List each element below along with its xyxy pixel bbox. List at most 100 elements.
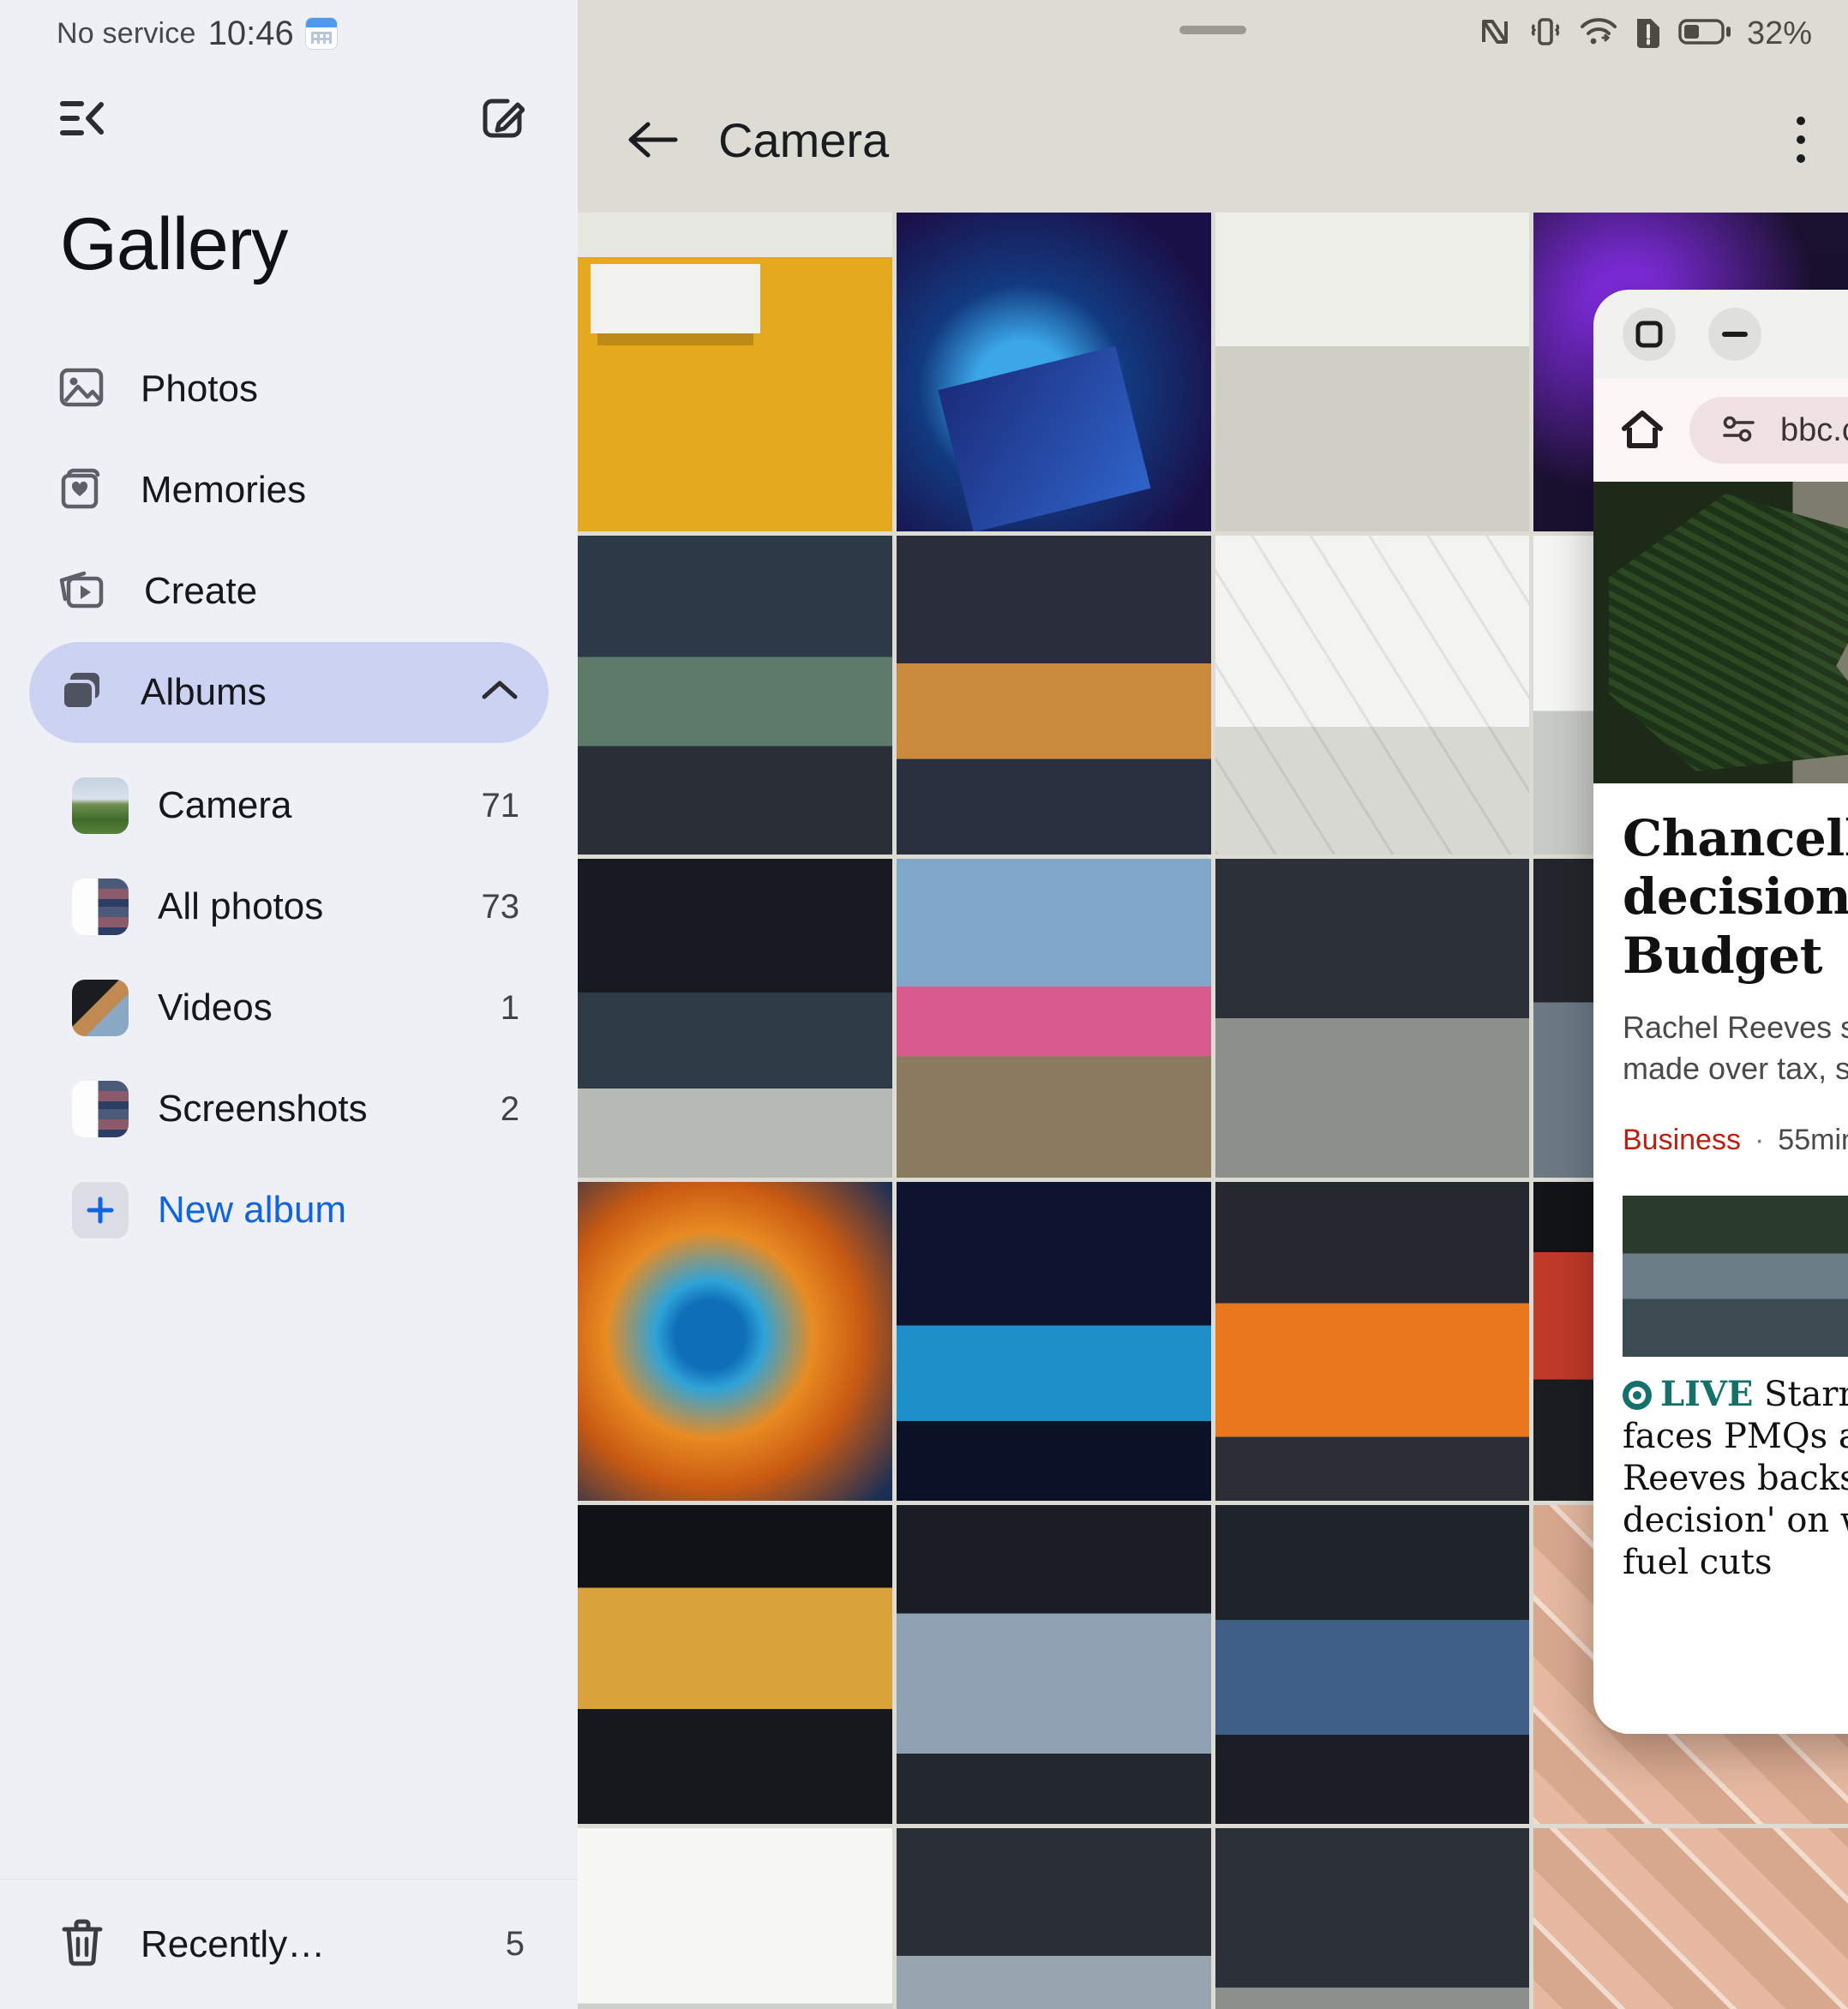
article-headline[interactable]: Chancellor warns hard decisions ahead in… — [1623, 809, 1848, 985]
photo-thumbnail[interactable] — [1533, 1828, 1848, 2009]
sidebar-item-label: Photos — [141, 368, 258, 410]
memories-heart-icon — [58, 465, 105, 516]
sidebar-item-label: Memories — [141, 469, 307, 511]
photo-thumbnail[interactable] — [896, 1182, 1211, 1501]
album-item-all-photos[interactable]: All photos 73 — [29, 856, 549, 957]
sidebar-item-memories[interactable]: Memories — [29, 440, 549, 541]
live-stories-row: LIVE Starmer faces PMQs as Reeves backs … — [1623, 1196, 1848, 1583]
palm-frond-decoration — [1608, 494, 1848, 771]
menu-collapse-icon[interactable] — [60, 99, 108, 138]
photo-thumbnail[interactable] — [1215, 536, 1530, 855]
photo-thumbnail[interactable] — [578, 859, 892, 1178]
photo-thumbnail[interactable] — [1215, 1828, 1530, 2009]
url-text: bbc.co.uk/news — [1780, 411, 1848, 448]
album-title: Camera — [718, 112, 890, 167]
album-label: Videos — [158, 987, 273, 1028]
photo-thumbnail[interactable] — [896, 1505, 1211, 1824]
live-story-card[interactable]: LIVE Starmer faces PMQs as Reeves backs … — [1623, 1196, 1848, 1583]
album-thumbnail — [72, 879, 129, 935]
album-label: Camera — [158, 784, 292, 826]
album-label: Screenshots — [158, 1088, 368, 1130]
carrier-label: No service — [57, 16, 196, 50]
maximize-square-icon[interactable] — [1623, 308, 1676, 361]
photo-thumbnail[interactable] — [896, 213, 1211, 531]
album-item-camera[interactable]: Camera 71 — [29, 755, 549, 856]
edit-icon[interactable] — [480, 96, 525, 141]
home-icon[interactable] — [1619, 407, 1665, 453]
trash-icon — [60, 1918, 105, 1970]
photo-thumbnail[interactable] — [1215, 1182, 1530, 1501]
camera-album-pane: 32% Camera bbc. Chancel decision Budget … — [578, 0, 1848, 2009]
battery-percent-label: 32% — [1746, 15, 1812, 51]
sidebar-item-photos[interactable]: Photos — [29, 339, 549, 440]
live-badge: LIVE — [1660, 1374, 1754, 1415]
more-vertical-icon[interactable] — [1793, 113, 1809, 166]
live-dot-icon — [1623, 1381, 1652, 1411]
chevron-up-icon[interactable] — [480, 678, 519, 708]
photo-thumbnail[interactable] — [896, 859, 1211, 1178]
photo-thumbnail[interactable] — [578, 1182, 892, 1501]
image-icon — [58, 364, 105, 415]
wifi-icon — [1579, 15, 1618, 53]
browser-url-bar: bbc.co.uk/news 1 — [1593, 379, 1848, 482]
article-hero-image[interactable] — [1593, 482, 1848, 783]
calendar-icon — [305, 18, 337, 49]
new-album-button[interactable]: New album — [29, 1160, 549, 1261]
album-thumbnail — [72, 1081, 129, 1137]
sidebar-item-albums[interactable]: Albums — [29, 642, 549, 743]
browser-content: Chancellor warns hard decisions ahead in… — [1593, 482, 1848, 1734]
sidebar-item-label: Create — [144, 570, 258, 612]
minimize-dash-icon[interactable] — [1708, 308, 1761, 361]
album-count: 73 — [481, 887, 520, 926]
site-settings-tune-icon[interactable] — [1720, 411, 1758, 450]
sim-alert-icon — [1634, 14, 1663, 54]
article-block: Chancellor warns hard decisions ahead in… — [1593, 783, 1848, 1583]
photo-thumbnail[interactable] — [896, 536, 1211, 855]
new-album-label: New album — [158, 1189, 347, 1231]
article-timestamp: 55min — [1778, 1124, 1848, 1157]
album-header: Camera — [578, 67, 1848, 213]
sidebar-item-label: Albums — [141, 671, 267, 713]
vibrate-icon — [1527, 15, 1563, 53]
photo-thumbnail[interactable] — [578, 1505, 892, 1824]
gallery-sidebar: No service 10:46 Gallery Photos Memories… — [0, 0, 578, 2009]
album-count: 2 — [500, 1089, 519, 1128]
create-video-icon — [58, 567, 108, 617]
sidebar-item-create[interactable]: Create — [29, 541, 549, 642]
recently-deleted-label: Recently… — [141, 1922, 326, 1965]
meta-separator: · — [1754, 1124, 1765, 1157]
photo-thumbnail[interactable] — [896, 1828, 1211, 2009]
article-category[interactable]: Business — [1623, 1124, 1741, 1157]
albums-stack-icon — [58, 668, 105, 718]
photo-thumbnail[interactable] — [1215, 213, 1530, 531]
window-grabber[interactable] — [1179, 26, 1246, 34]
album-item-screenshots[interactable]: Screenshots 2 — [29, 1058, 549, 1160]
album-list: Camera 71 All photos 73 Videos 1 Screens… — [0, 743, 578, 1261]
battery-icon — [1678, 16, 1731, 51]
live-story-headline: LIVE Starmer faces PMQs as Reeves backs … — [1623, 1374, 1848, 1583]
status-bar-right: 32% — [578, 0, 1848, 67]
status-bar-left: No service 10:46 — [0, 0, 578, 67]
photo-thumbnail[interactable] — [1215, 859, 1530, 1178]
photo-thumbnail[interactable] — [578, 1828, 892, 2009]
floating-browser-window: bbc.co.uk/news 1 — [1593, 290, 1848, 1734]
window-title-bar[interactable] — [1593, 290, 1848, 379]
sidebar-toolbar — [0, 67, 578, 170]
album-item-videos[interactable]: Videos 1 — [29, 957, 549, 1058]
clock-label: 10:46 — [207, 14, 294, 52]
page-title: Gallery — [60, 203, 288, 285]
photo-thumbnail[interactable] — [578, 536, 892, 855]
search-input[interactable]: bbc.co.uk/news — [1689, 397, 1848, 464]
album-label: All photos — [158, 885, 324, 927]
recently-deleted-count: 5 — [505, 1925, 525, 1963]
photo-thumbnail[interactable] — [578, 213, 892, 531]
article-summary: Rachel Reeves says tough choices will ha… — [1623, 1010, 1848, 1086]
article-meta: Business · 55min · 373 — [1623, 1121, 1848, 1160]
photo-thumbnail[interactable] — [1215, 1505, 1530, 1824]
arrow-back-icon[interactable] — [626, 118, 679, 161]
sidebar-item-recently-deleted[interactable]: Recently… 5 — [0, 1879, 578, 2009]
album-thumbnail — [72, 980, 129, 1036]
album-count: 71 — [481, 786, 520, 825]
phone-screen: No service 10:46 Gallery Photos Memories… — [0, 0, 1848, 2009]
live-story-image — [1623, 1196, 1848, 1358]
